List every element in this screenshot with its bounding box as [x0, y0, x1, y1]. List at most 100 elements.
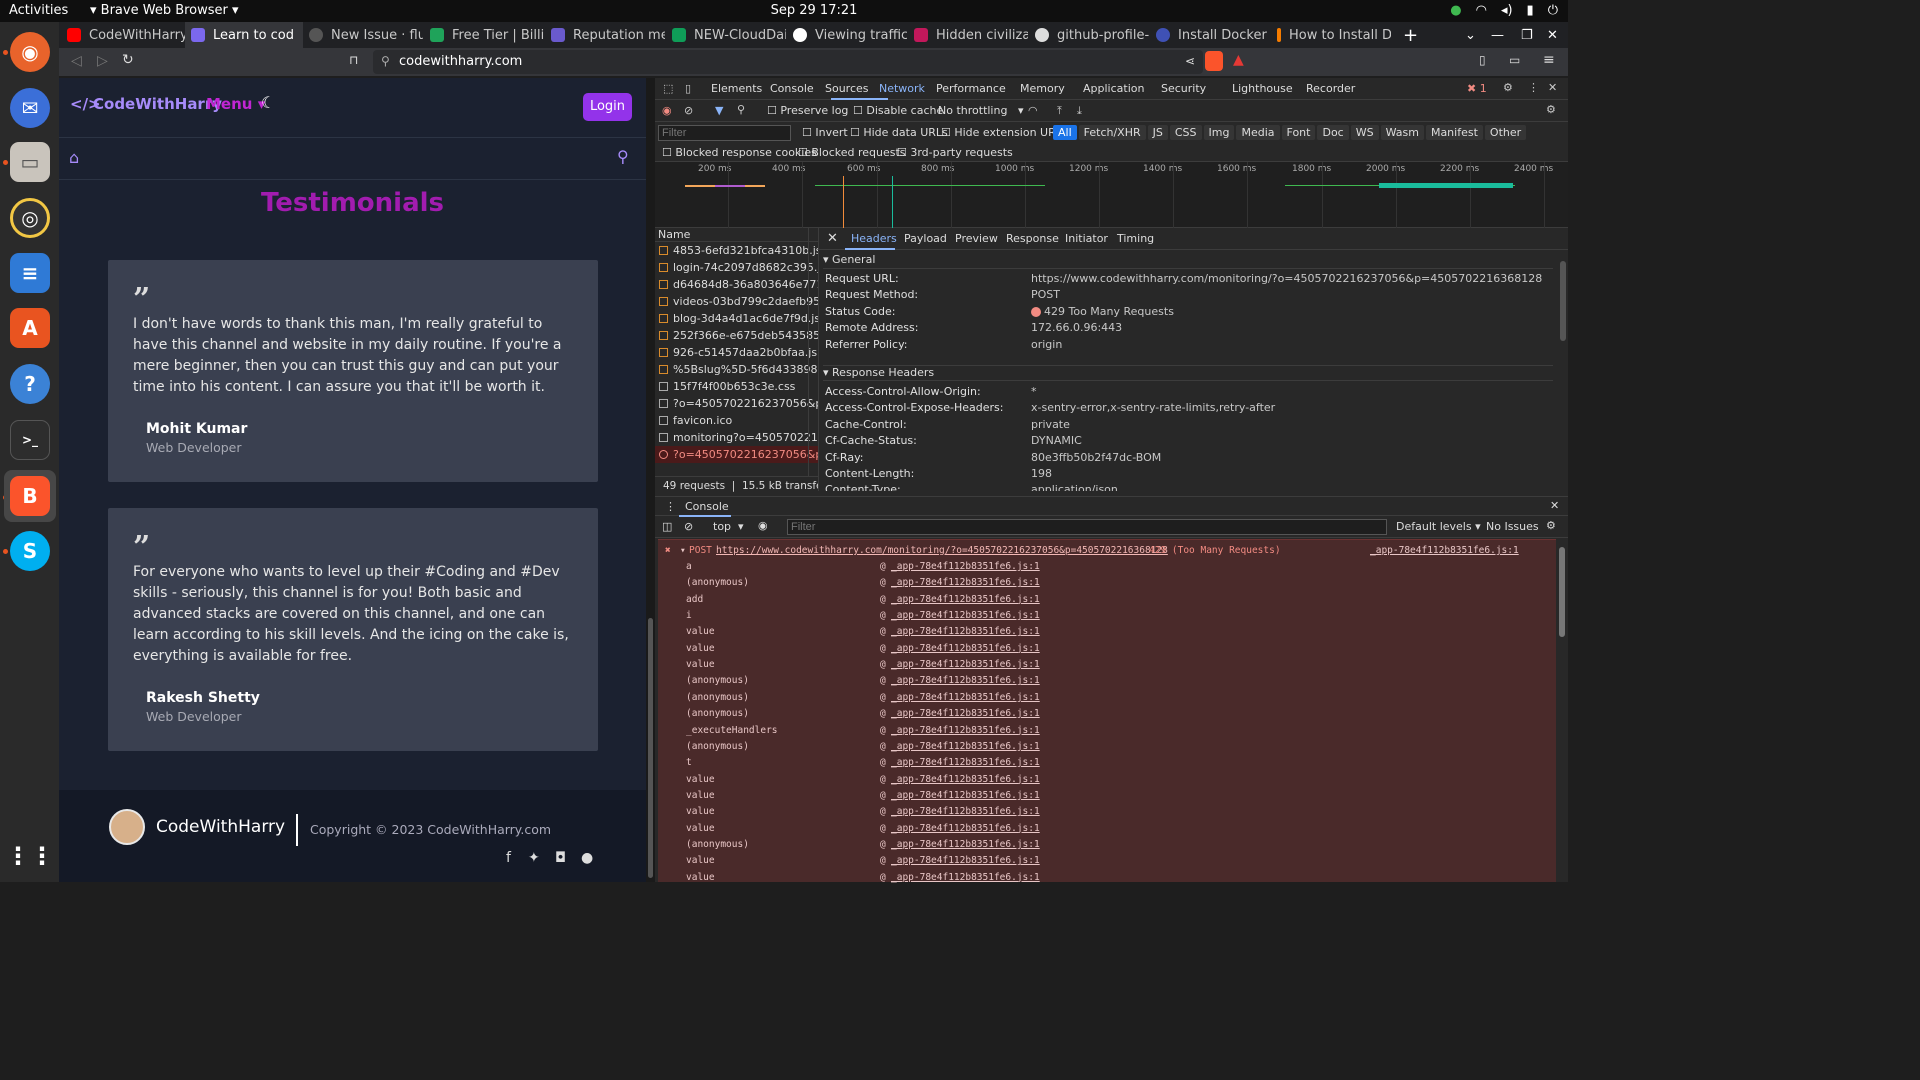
close-detail-icon[interactable]: ✕ — [827, 231, 838, 246]
clock[interactable]: Sep 29 17:21 — [0, 3, 1628, 18]
third-party-checkbox[interactable]: ☐ 3rd-party requests — [897, 146, 1013, 159]
stack-source-link[interactable]: _app-78e4f112b8351fe6.js:1 — [891, 837, 1040, 853]
tab-search-icon[interactable]: ⌄ — [1465, 22, 1476, 48]
clear-icon[interactable]: ⊘ — [684, 104, 693, 117]
stack-source-link[interactable]: _app-78e4f112b8351fe6.js:1 — [891, 575, 1040, 591]
inspect-icon[interactable]: ⬚ — [663, 82, 673, 95]
request-row[interactable]: blog-3d4a4d1ac6de7f9d.js — [655, 310, 818, 327]
filter-icon[interactable]: ▼ — [715, 104, 723, 117]
preserve-log-checkbox[interactable]: ☐ Preserve log — [767, 104, 848, 117]
filter-wasm[interactable]: Wasm — [1380, 125, 1424, 140]
context-select[interactable]: top ▾ — [713, 520, 744, 533]
device-toolbar-icon[interactable]: ▯ — [685, 82, 691, 95]
tab-memory[interactable]: Memory — [1020, 82, 1083, 95]
search-icon[interactable]: ⚲ — [617, 147, 629, 166]
console-filter-input[interactable] — [787, 519, 1387, 535]
filter-manifest[interactable]: Manifest — [1425, 125, 1483, 140]
tab-preview[interactable]: Preview — [955, 232, 998, 245]
forward-icon[interactable]: ▷ — [97, 53, 108, 69]
login-button[interactable]: Login — [583, 93, 632, 121]
rhythmbox-icon[interactable]: ◎ — [10, 198, 50, 238]
filter-font[interactable]: Font — [1281, 125, 1316, 140]
request-row[interactable]: monitoring?o=450570221... — [655, 429, 818, 446]
minimize-icon[interactable]: — — [1491, 22, 1504, 48]
back-icon[interactable]: ◁ — [71, 53, 82, 69]
tab-hidden-civilization[interactable]: Hidden civilizati — [914, 22, 1028, 48]
console-scrollbar[interactable] — [1556, 539, 1568, 882]
drawer-menu-icon[interactable]: ⋮ — [665, 500, 676, 513]
filter-other[interactable]: Other — [1484, 125, 1527, 140]
new-tab-button[interactable]: + — [1403, 22, 1418, 48]
bookmark-icon[interactable]: ⊓ — [349, 53, 358, 67]
stack-source-link[interactable]: _app-78e4f112b8351fe6.js:1 — [891, 608, 1040, 624]
error-counter[interactable]: ✖ 1 — [1467, 82, 1487, 95]
share-icon[interactable]: ⋖ — [1185, 54, 1195, 68]
maximize-icon[interactable]: ❐ — [1521, 22, 1533, 48]
filter-js[interactable]: JS — [1147, 125, 1168, 140]
sidebar-icon[interactable]: ▯ — [1479, 53, 1486, 67]
tab-timing[interactable]: Timing — [1117, 232, 1154, 245]
tab-learn-to-code[interactable]: Learn to cod✕ — [185, 22, 303, 48]
brand-link[interactable]: CodeWithHarry — [93, 95, 222, 113]
twitter-icon[interactable]: ✦ — [528, 850, 540, 866]
issues-counter[interactable]: No Issues — [1486, 520, 1539, 533]
request-row[interactable]: 252f366e-e675deb543585... — [655, 327, 818, 344]
request-row[interactable]: 15f7f4f00b653c3e.css — [655, 378, 818, 395]
tab-performance[interactable]: Performance — [936, 82, 1020, 95]
tab-new-issue[interactable]: New Issue · flutt — [309, 22, 423, 48]
tab-viewing-traffic[interactable]: Viewing traffic t — [793, 22, 907, 48]
terminal-icon[interactable]: >_ — [10, 420, 50, 460]
request-row[interactable]: 926-c51457daa2b0bfaa.js — [655, 344, 818, 361]
files-icon[interactable]: ▭ — [10, 142, 50, 182]
close-devtools-icon[interactable]: ✕ — [1548, 81, 1557, 94]
tab-network[interactable]: Network — [879, 82, 936, 95]
clear-console-icon[interactable]: ⊘ — [684, 520, 693, 533]
filter-doc[interactable]: Doc — [1317, 125, 1349, 140]
github-icon[interactable]: ● — [581, 850, 593, 866]
thunderbird-icon[interactable]: ✉ — [10, 88, 50, 128]
response-headers-section[interactable]: ▾ Response Headers — [823, 365, 1553, 381]
record-icon[interactable]: ◉ — [662, 104, 672, 117]
close-drawer-icon[interactable]: ✕ — [1550, 499, 1559, 512]
search-network-icon[interactable]: ⚲ — [737, 103, 745, 116]
tab-elements[interactable]: Elements — [711, 82, 770, 95]
software-center-icon[interactable]: A — [10, 308, 50, 348]
request-row[interactable]: %5Bslug%5D-5f6d433898... — [655, 361, 818, 378]
url-text[interactable]: codewithharry.com — [399, 54, 522, 69]
skype-icon[interactable]: S — [10, 531, 50, 571]
tab-recorder[interactable]: Recorder — [1306, 82, 1366, 95]
tab-sources[interactable]: Sources — [825, 82, 879, 95]
stack-source-link[interactable]: _app-78e4f112b8351fe6.js:1 — [891, 755, 1040, 771]
filter-ws[interactable]: WS — [1350, 125, 1379, 140]
network-overview[interactable]: 200 ms 400 ms 600 ms 800 ms 1000 ms 1200 ms 14… — [655, 162, 1568, 228]
tab-codewithharry[interactable]: CodeWithHarry — [67, 22, 185, 48]
stack-source-link[interactable]: _app-78e4f112b8351fe6.js:1 — [891, 673, 1040, 689]
stack-source-link[interactable]: _app-78e4f112b8351fe6.js:1 — [891, 772, 1040, 788]
throttling-select[interactable]: No throttling ▾ — [938, 104, 1023, 117]
stack-source-link[interactable]: _app-78e4f112b8351fe6.js:1 — [891, 853, 1040, 869]
error-url-link[interactable]: https://www.codewithharry.com/monitoring… — [716, 543, 1168, 559]
stack-source-link[interactable]: _app-78e4f112b8351fe6.js:1 — [891, 788, 1040, 804]
console-sidebar-icon[interactable]: ◫ — [662, 520, 672, 533]
tab-response[interactable]: Response — [1006, 232, 1059, 245]
show-apps-icon[interactable]: ⋮⋮ — [6, 836, 54, 876]
blocked-cookies-checkbox[interactable]: ☐ Blocked response cookies — [662, 146, 817, 159]
filter-img[interactable]: Img — [1203, 125, 1235, 140]
settings-icon[interactable]: ⚙ — [1503, 81, 1513, 94]
more-options-icon[interactable]: ⋮ — [1528, 81, 1539, 94]
name-column-header[interactable]: Name — [655, 228, 818, 242]
address-bar[interactable]: ⚲ codewithharry.com ⋖ — [373, 50, 1203, 74]
stack-source-link[interactable]: _app-78e4f112b8351fe6.js:1 — [891, 690, 1040, 706]
stack-source-link[interactable]: _app-78e4f112b8351fe6.js:1 — [891, 706, 1040, 722]
export-har-icon[interactable]: ⤓ — [1077, 104, 1082, 118]
headers-scrollbar[interactable] — [1558, 251, 1568, 491]
console-settings-icon[interactable]: ⚙ — [1546, 519, 1556, 532]
reload-icon[interactable]: ↻ — [122, 52, 134, 68]
filter-fetch-xhr[interactable]: Fetch/XHR — [1078, 125, 1146, 140]
scrollbar-thumb[interactable] — [1559, 547, 1565, 637]
stack-source-link[interactable]: _app-78e4f112b8351fe6.js:1 — [891, 559, 1040, 575]
general-section-header[interactable]: ▾ General — [823, 253, 1553, 269]
network-settings-icon[interactable]: ⚙ — [1546, 103, 1556, 116]
tab-install-docker[interactable]: Install Docker Er — [1156, 22, 1270, 48]
libreoffice-writer-icon[interactable]: ≡ — [10, 253, 50, 293]
